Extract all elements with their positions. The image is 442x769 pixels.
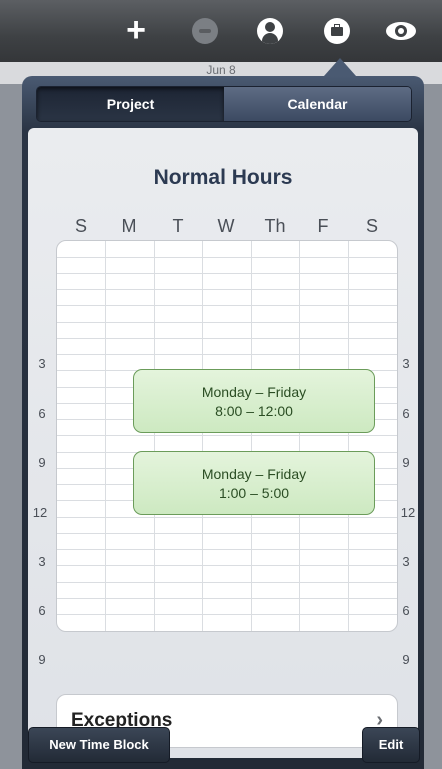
hour-label: 9 [402,652,410,667]
plus-icon[interactable]: + [121,13,151,47]
calendar-popover: Project Calendar Normal Hours S M T W Th… [22,76,424,769]
hour-label: 12 [400,505,416,520]
day-header-sunday: S [74,216,87,236]
hour-label: 9 [38,652,46,667]
time-block-time: 1:00 – 5:00 [218,485,290,501]
person-icon[interactable] [255,16,285,46]
hour-label: 3 [38,554,46,569]
hour-label: 6 [38,603,46,618]
tab-project[interactable]: Project [37,87,224,121]
briefcase-icon[interactable] [322,16,352,46]
time-block-days: Monday – Friday [201,466,307,482]
day-header-monday: M [121,216,137,236]
hour-label: 9 [402,455,410,470]
time-block[interactable]: Monday – Friday 8:00 – 12:00 [133,369,375,433]
hour-label: 9 [38,455,46,470]
day-header-thursday: Th [264,216,286,236]
tab-calendar[interactable]: Calendar [224,87,411,121]
day-header-wednesday: W [217,216,235,236]
hour-label: 3 [402,554,410,569]
day-header-saturday: S [365,216,378,236]
day-header-friday: F [317,216,329,236]
edit-button[interactable]: Edit [362,727,420,763]
time-block-time: 8:00 – 12:00 [215,403,293,419]
new-time-block-button[interactable]: New Time Block [28,727,170,763]
normal-hours-panel: Normal Hours S M T W Th F S Monday – Fri… [28,128,418,758]
hour-label: 6 [402,603,410,618]
eye-icon[interactable] [386,16,422,46]
project-calendar-segmented-control: Project Calendar [36,86,412,122]
hour-label: 3 [38,356,46,371]
top-toolbar: + [0,0,442,62]
popover-arrow [324,58,356,76]
page-title: Normal Hours [153,166,293,189]
hour-label: 3 [402,356,410,371]
day-header-tuesday: T [172,216,184,236]
week-grid[interactable]: Monday – Friday 8:00 – 12:00 Monday – Fr… [56,240,398,632]
time-block-days: Monday – Friday [201,384,307,400]
minus-icon[interactable] [190,16,220,46]
hour-label: 6 [402,406,410,421]
time-block[interactable]: Monday – Friday 1:00 – 5:00 [133,451,375,515]
hour-label: 12 [32,505,48,520]
hour-label: 6 [38,406,46,421]
